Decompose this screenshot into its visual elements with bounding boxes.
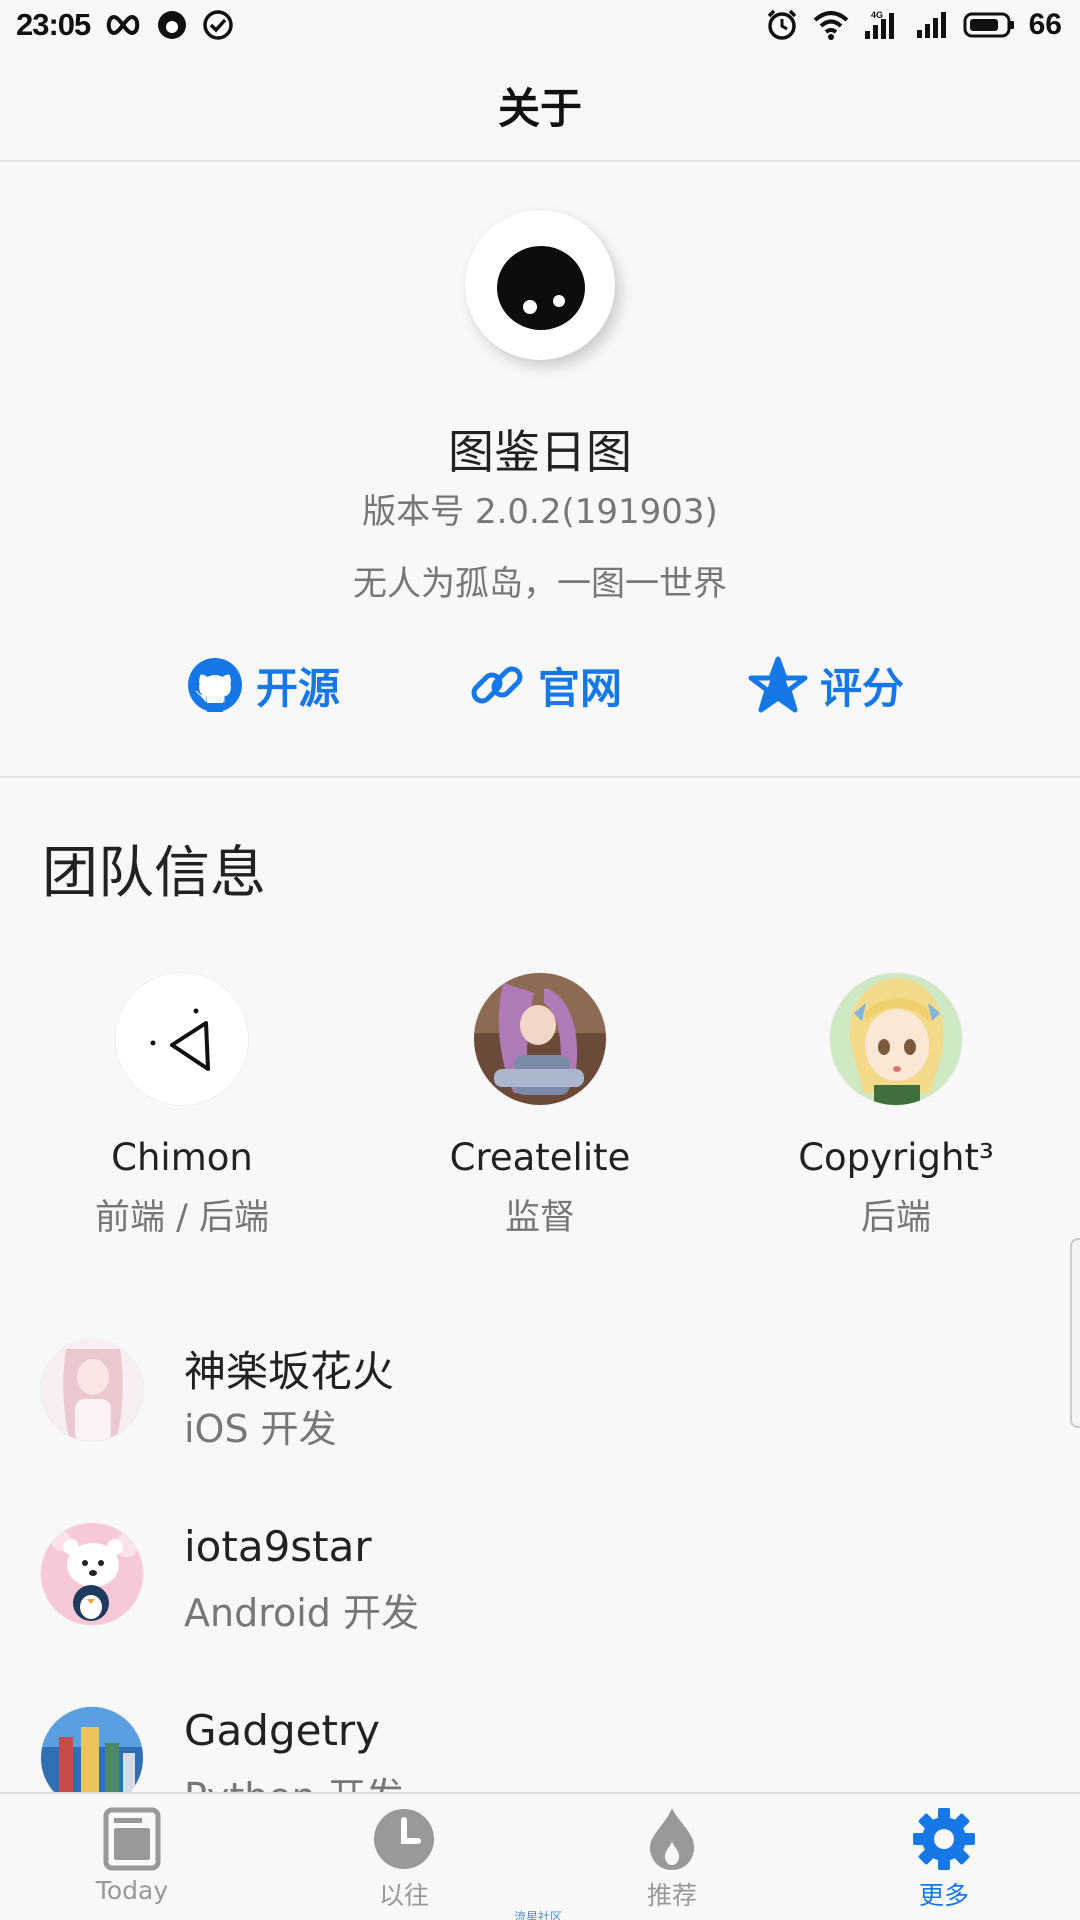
nav-item-more[interactable]: 更多	[844, 1806, 1044, 1912]
rate-link[interactable]: 评分	[748, 650, 904, 720]
app-logo-icon	[497, 246, 585, 330]
avatar-image	[474, 973, 606, 1105]
app-header: 关于	[0, 50, 1080, 162]
team-member-role: 后端	[860, 1198, 931, 1238]
avatar	[115, 972, 249, 1106]
today-icon	[103, 1807, 161, 1871]
website-label: 官网	[538, 663, 623, 713]
nav-item-recommend[interactable]: 推荐	[572, 1806, 772, 1912]
nav-item-today[interactable]: Today	[32, 1806, 232, 1905]
star-icon	[748, 656, 808, 713]
team-member-role: 前端 / 后端	[94, 1198, 270, 1238]
scroll-handle[interactable]	[1070, 1238, 1080, 1428]
link-icon	[471, 666, 523, 704]
wifi-icon	[813, 11, 848, 40]
bottom-nav: Today 以往 推荐 更多 流星社区	[0, 1792, 1080, 1920]
member-name: 神楽坂花火	[184, 1347, 395, 1396]
team-card[interactable]: Createlite 监督	[410, 972, 670, 1240]
team-member-role: 监督	[504, 1198, 575, 1238]
battery-level: 66	[1028, 8, 1062, 41]
nav-item-history[interactable]: 以往	[304, 1806, 504, 1912]
face-icon	[158, 11, 187, 39]
open-source-link[interactable]: 开源	[186, 650, 340, 720]
website-link[interactable]: 官网	[468, 650, 622, 720]
infinity-icon	[107, 14, 140, 36]
list-item[interactable]: iota9star Android 开发	[0, 1522, 1080, 1642]
app-name: 图鉴日图	[448, 425, 632, 479]
team-section-title: 团队信息	[42, 841, 266, 906]
nav-label: Today	[95, 1876, 169, 1905]
signal-icon	[916, 12, 946, 38]
avatar	[40, 1522, 144, 1626]
alarm-icon	[767, 9, 796, 40]
nav-label: 推荐	[646, 1881, 697, 1910]
app-version: 版本号 2.0.2(191903)	[362, 492, 718, 532]
avatar	[40, 1338, 144, 1442]
status-bar: 23:05 4G 66	[0, 0, 1080, 50]
svg-text:4G: 4G	[871, 10, 883, 20]
battery-icon	[963, 12, 1014, 38]
signal-4g-icon: 4G	[864, 10, 894, 39]
avatar-image	[830, 973, 962, 1105]
nav-label: 更多	[918, 1881, 969, 1910]
list-item[interactable]: 神楽坂花火 iOS 开发	[0, 1338, 1080, 1458]
github-icon	[188, 658, 242, 712]
divider	[0, 776, 1080, 778]
member-name: Gadgetry	[184, 1706, 381, 1755]
avatar-image	[116, 973, 248, 1105]
avatar-image	[41, 1523, 143, 1625]
page-title: 关于	[497, 83, 582, 133]
app-logo	[465, 210, 615, 360]
watermark: 流星社区	[514, 1910, 563, 1920]
avatar-image	[41, 1339, 143, 1441]
member-role: iOS 开发	[184, 1407, 337, 1451]
team-member-name: Chimon	[111, 1136, 253, 1179]
avatar	[829, 972, 963, 1106]
rate-label: 评分	[820, 663, 905, 713]
member-name: iota9star	[184, 1522, 372, 1571]
avatar	[473, 972, 607, 1106]
clock-icon	[374, 1809, 434, 1869]
status-right: 4G 66	[765, 8, 1062, 42]
check-circle-icon	[203, 10, 234, 40]
open-source-label: 开源	[256, 663, 341, 713]
flame-icon	[649, 1808, 695, 1870]
team-member-name: Createlite	[449, 1136, 631, 1179]
status-left: 23:05	[16, 7, 234, 43]
gear-icon	[913, 1808, 975, 1870]
app-slogan: 无人为孤岛，一图一世界	[353, 564, 727, 604]
nav-label: 以往	[378, 1881, 429, 1910]
member-role: Android 开发	[184, 1591, 419, 1635]
team-card[interactable]: Chimon 前端 / 后端	[52, 972, 312, 1240]
team-card[interactable]: Copyright³ 后端	[766, 972, 1026, 1240]
status-time: 23:05	[16, 7, 91, 42]
team-member-name: Copyright³	[798, 1136, 994, 1179]
